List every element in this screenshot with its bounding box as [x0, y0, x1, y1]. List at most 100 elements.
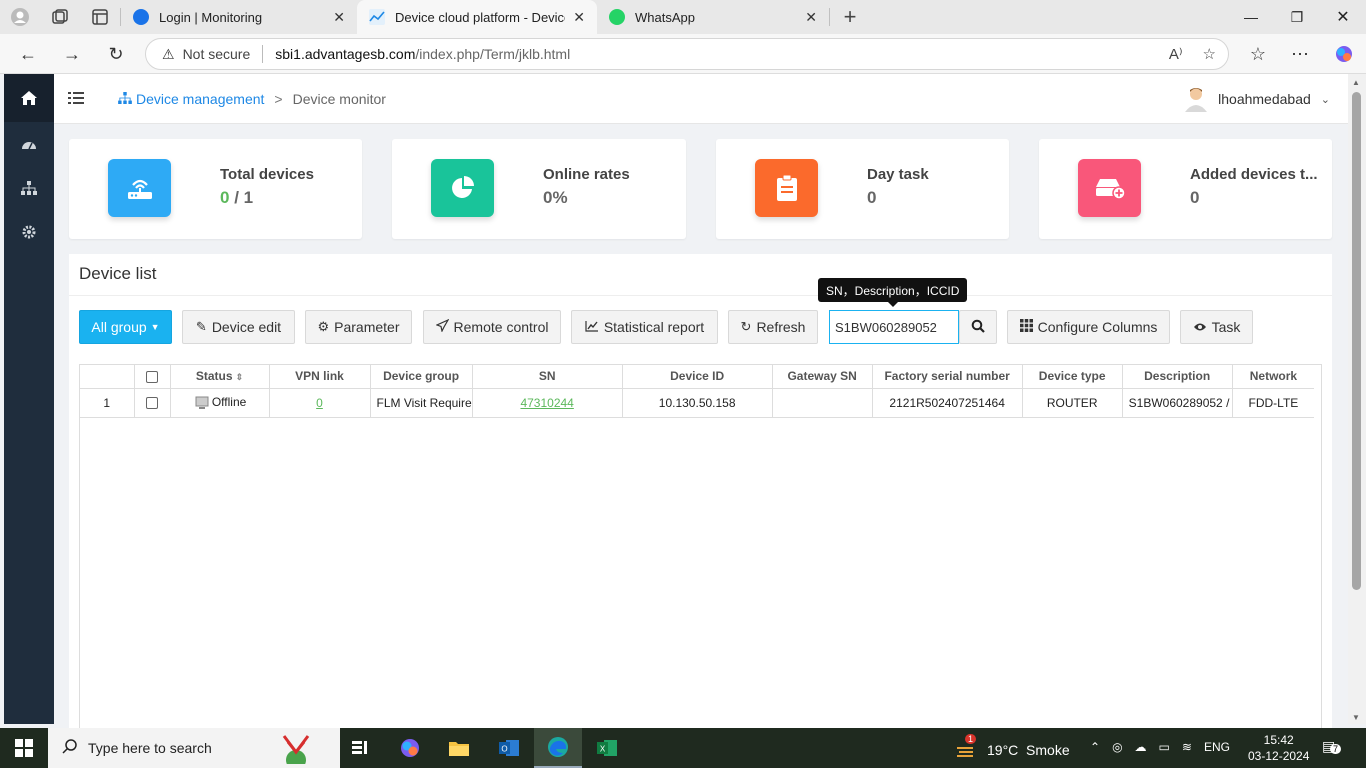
cloud-icon[interactable]: ☁ [1135, 740, 1147, 754]
taskbar-search-placeholder: Type here to search [88, 740, 212, 756]
task-button[interactable]: Task [1180, 310, 1253, 344]
weather-widget[interactable]: 1 19°C Smoke [955, 734, 1070, 761]
row-status: Offline [170, 388, 270, 418]
workspaces-icon[interactable] [40, 0, 80, 34]
table-row[interactable]: 1 Offline 0 FLM Visit Require 47310244 1… [80, 388, 1315, 418]
column-header-select [134, 365, 171, 389]
task-view-icon[interactable] [336, 728, 384, 768]
more-menu-icon[interactable]: ⋯ [1284, 38, 1316, 70]
weather-text: 19°C Smoke [987, 741, 1070, 758]
tab-login-monitoring[interactable]: Login | Monitoring ✕ [121, 0, 357, 34]
row-checkbox[interactable] [146, 397, 158, 410]
stat-card-day-task: Day task 0 [716, 139, 1009, 239]
url-path[interactable]: /index.php/Term/jklb.html [415, 46, 570, 62]
close-window-button[interactable]: ✕ [1320, 0, 1366, 34]
home-icon[interactable] [4, 74, 54, 122]
pie-chart-icon [431, 159, 494, 217]
configure-columns-button[interactable]: Configure Columns [1007, 310, 1170, 344]
dashboard-icon[interactable] [4, 122, 54, 166]
column-header-gateway-sn[interactable]: Gateway SN [772, 365, 873, 389]
tab-whatsapp[interactable]: WhatsApp ✕ [597, 0, 829, 34]
close-icon[interactable]: ✕ [333, 9, 345, 26]
windows-start-icon[interactable] [0, 728, 48, 768]
edge-browser-icon[interactable] [534, 728, 582, 768]
warning-icon[interactable]: ⚠ [162, 46, 175, 63]
chart-favicon-icon [369, 9, 385, 25]
menu-toggle-icon[interactable] [68, 91, 84, 108]
chevron-down-icon[interactable]: ⌄ [1321, 93, 1330, 106]
forward-button[interactable]: → [56, 38, 88, 70]
statistical-report-button[interactable]: Statistical report [571, 310, 718, 344]
chevron-up-icon[interactable]: ⌃ [1090, 740, 1100, 754]
sort-icon[interactable]: ⇕ [236, 372, 244, 382]
reload-button[interactable]: ↻ [100, 38, 132, 70]
vpn-link[interactable]: 0 [316, 396, 323, 410]
copilot-taskbar-icon[interactable] [386, 728, 434, 768]
device-edit-button[interactable]: ✎ Device edit [182, 310, 295, 344]
sitemap-icon[interactable] [4, 166, 54, 210]
file-explorer-icon[interactable] [435, 728, 483, 768]
page-scrollbar[interactable]: ▲ ▼ [1348, 74, 1366, 724]
scroll-down-icon[interactable]: ▼ [1352, 713, 1360, 722]
tab-title: Login | Monitoring [159, 9, 263, 25]
excel-icon[interactable]: X [583, 728, 631, 768]
select-all-checkbox[interactable] [146, 371, 158, 384]
search-button[interactable] [959, 310, 997, 344]
profile-icon[interactable] [0, 0, 40, 34]
column-header-network[interactable]: Network [1232, 365, 1315, 389]
remote-control-button[interactable]: Remote control [423, 310, 561, 344]
favorites-icon[interactable]: ☆ [1242, 38, 1274, 70]
tab-actions-icon[interactable] [80, 0, 120, 34]
stat-label: Day task [867, 166, 929, 183]
row-factory-serial: 2121R502407251464 [872, 388, 1023, 418]
notifications-icon[interactable]: ▤ 7 [1322, 738, 1342, 755]
sn-link[interactable]: 47310244 [520, 396, 573, 410]
url-host[interactable]: sbi1.advantagesb.com [275, 46, 415, 62]
copilot-icon[interactable] [1328, 38, 1360, 70]
group-dropdown[interactable]: All group ▼ [79, 310, 172, 344]
parameter-button[interactable]: ⚙ Parameter [305, 310, 412, 344]
column-header-device-type[interactable]: Device type [1022, 365, 1123, 389]
stat-value: 0% [543, 188, 568, 207]
language-indicator[interactable]: ENG [1204, 740, 1230, 754]
back-button[interactable]: ← [12, 38, 44, 70]
column-header-device-group[interactable]: Device group [370, 365, 473, 389]
minimize-button[interactable]: — [1228, 0, 1274, 34]
row-description: S1BW060289052 / [1122, 388, 1233, 418]
address-bar[interactable]: ⚠ Not secure sbi1.advantagesb.com /index… [145, 38, 1229, 70]
column-header-factory-serial[interactable]: Factory serial number [872, 365, 1023, 389]
breadcrumb-device-management[interactable]: Device management [136, 91, 264, 107]
taskbar-search-box[interactable]: Type here to search [48, 728, 340, 768]
search-icon [62, 738, 78, 759]
close-icon[interactable]: ✕ [805, 9, 817, 26]
restore-button[interactable]: ❐ [1274, 0, 1320, 34]
read-aloud-icon[interactable]: A⁾ [1169, 45, 1183, 63]
scrollbar-thumb[interactable] [1352, 92, 1361, 590]
username[interactable]: lhoahmedabad [1218, 91, 1311, 107]
row-device-id: 10.130.50.158 [622, 388, 773, 418]
column-header-vpn-link[interactable]: VPN link [269, 365, 371, 389]
favorite-star-icon[interactable]: ☆ [1203, 45, 1216, 63]
battery-icon[interactable]: ▭ [1159, 740, 1170, 754]
wifi-icon[interactable]: ≋ [1182, 740, 1192, 754]
outlook-icon[interactable]: O [485, 728, 533, 768]
search-icon [971, 319, 985, 336]
tab-device-cloud-platform[interactable]: Device cloud platform - Device m ✕ [357, 0, 597, 34]
column-header-device-id[interactable]: Device ID [622, 365, 773, 389]
taskbar-clock[interactable]: 15:42 03-12-2024 [1248, 732, 1309, 764]
gear-icon[interactable] [4, 210, 54, 254]
user-menu[interactable]: lhoahmedabad ⌄ [1184, 86, 1330, 112]
button-label: Remote control [453, 319, 549, 335]
stat-label: Online rates [543, 166, 630, 183]
meet-now-icon[interactable]: ◎ [1112, 740, 1122, 754]
search-input[interactable]: S1BW060289052 [829, 310, 959, 344]
refresh-button[interactable]: ↻ Refresh [728, 310, 818, 344]
column-header-sn[interactable]: SN [472, 365, 623, 389]
column-header-description[interactable]: Description [1122, 365, 1233, 389]
security-label[interactable]: Not secure [183, 46, 251, 62]
new-tab-button[interactable]: + [830, 0, 870, 34]
close-icon[interactable]: ✕ [573, 9, 585, 26]
column-header-status[interactable]: Status ⇕ [170, 365, 270, 389]
windows-taskbar: Type here to search O X 1 19°C Smoke ⌃ ◎… [0, 728, 1366, 768]
scroll-up-icon[interactable]: ▲ [1352, 78, 1360, 87]
